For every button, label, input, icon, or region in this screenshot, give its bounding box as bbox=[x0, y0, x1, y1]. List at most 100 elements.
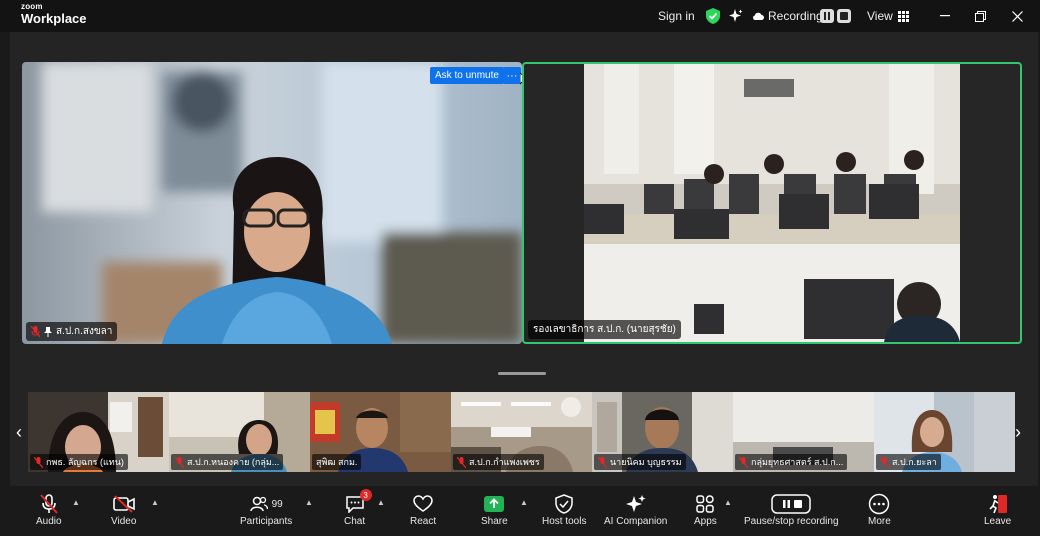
zoom-logo: zoom Workplace bbox=[21, 2, 87, 26]
mic-muted-icon bbox=[40, 494, 58, 514]
ai-companion-sparkle-icon bbox=[625, 495, 646, 512]
apps-options-chevron-icon[interactable]: ▲ bbox=[724, 498, 732, 507]
strip-participant-name: สุพิฒ สกม. bbox=[316, 457, 358, 467]
strip-tile-6[interactable]: กลุ่มยุทธศาสตร์ ส.ป.ก... bbox=[733, 392, 874, 472]
strip-name-tag: สุพิฒ สกม. bbox=[312, 454, 362, 470]
brand-name: Workplace bbox=[21, 11, 87, 26]
chat-button[interactable]: 3 Chat bbox=[344, 489, 372, 527]
share-button[interactable]: Share bbox=[481, 492, 508, 527]
participant-name-tag: ส.ป.ก.สงขลา bbox=[26, 322, 118, 341]
camera-off-icon bbox=[112, 495, 135, 513]
participant-video-meeting-room bbox=[584, 64, 960, 342]
strip-participant-name: กพธ. ลัญฉกร (แทน) bbox=[46, 457, 124, 467]
speaker-left-name: ส.ป.ก.สงขลา bbox=[56, 326, 113, 337]
strip-tile-2[interactable]: ส.ป.ก.หนองคาย (กลุ่ม... bbox=[169, 392, 310, 472]
video-tile-left[interactable]: ส.ป.ก.สงขลา bbox=[22, 62, 522, 344]
apps-icon bbox=[696, 495, 715, 513]
audio-button[interactable]: Audio bbox=[36, 492, 62, 527]
security-shield-icon[interactable] bbox=[706, 0, 720, 32]
host-tools-button[interactable]: Host tools bbox=[542, 492, 586, 527]
muted-mic-icon bbox=[457, 456, 466, 468]
chat-options-chevron-icon[interactable]: ▲ bbox=[377, 498, 385, 507]
share-screen-icon bbox=[484, 496, 505, 512]
participants-label: Participants bbox=[240, 516, 293, 527]
more-options-button[interactable]: ··· bbox=[503, 67, 521, 84]
strip-tile-3[interactable]: สุพิฒ สกม. bbox=[310, 392, 451, 472]
leave-button[interactable]: Leave bbox=[984, 492, 1011, 527]
speaker-right-name: รองเลขาธิการ ส.ป.ก. (นายสุรชัย) bbox=[533, 324, 676, 335]
share-label: Share bbox=[481, 516, 508, 527]
apps-label: Apps bbox=[694, 516, 717, 527]
brand-small: zoom bbox=[21, 2, 43, 11]
strip-participant-name: ส.ป.ก.หนองคาย (กลุ่ม... bbox=[187, 457, 280, 467]
ask-to-unmute-button[interactable]: Ask to unmute bbox=[430, 67, 504, 84]
participants-button[interactable]: 99 Participants bbox=[240, 492, 292, 527]
strip-tile-7[interactable]: ส.ป.ก.ยะลา bbox=[874, 392, 1015, 472]
participant-video-songkhla bbox=[22, 62, 522, 344]
apps-button[interactable]: Apps bbox=[694, 492, 717, 527]
strip-tile-1[interactable]: กพธ. ลัญฉกร (แทน) bbox=[28, 392, 169, 472]
strip-next-arrow[interactable]: › bbox=[1015, 422, 1021, 443]
pause-stop-label: Pause/stop recording bbox=[744, 516, 839, 527]
video-label: Video bbox=[111, 516, 137, 527]
ai-sparkle-icon[interactable] bbox=[729, 0, 743, 32]
video-tile-right[interactable]: รองเลขาธิการ ส.ป.ก. (นายสุรชัย) bbox=[522, 62, 1022, 344]
muted-mic-icon bbox=[739, 456, 748, 468]
muted-mic-icon bbox=[34, 456, 43, 468]
heart-icon bbox=[413, 495, 433, 512]
resize-handle[interactable] bbox=[498, 372, 546, 375]
more-dots-icon bbox=[869, 493, 890, 515]
pin-icon bbox=[44, 326, 52, 337]
strip-tile-4[interactable]: ส.ป.ก.กำแพงเพชร bbox=[451, 392, 592, 472]
muted-mic-icon bbox=[598, 456, 607, 468]
react-button[interactable]: React bbox=[410, 492, 436, 527]
strip-participant-name: ส.ป.ก.กำแพงเพชร bbox=[469, 457, 540, 467]
host-tools-label: Host tools bbox=[542, 516, 587, 527]
strip-tile-5[interactable]: นายนิคม บุญธรรม bbox=[592, 392, 733, 472]
strip-name-tag: ส.ป.ก.กำแพงเพชร bbox=[453, 454, 544, 470]
more-label: More bbox=[868, 516, 891, 527]
strip-name-tag: กพธ. ลัญฉกร (แทน) bbox=[30, 454, 128, 470]
leave-door-icon bbox=[989, 495, 1007, 514]
strip-name-tag: ส.ป.ก.ยะลา bbox=[876, 454, 941, 470]
chat-unread-badge: 3 bbox=[359, 489, 372, 501]
sign-in-button[interactable]: Sign in bbox=[658, 0, 695, 32]
strip-name-tag: นายนิคม บุญธรรม bbox=[594, 454, 686, 470]
strip-participant-name: กลุ่มยุทธศาสตร์ ส.ป.ก... bbox=[751, 457, 844, 467]
muted-mic-icon bbox=[880, 456, 889, 468]
restore-icon[interactable] bbox=[960, 0, 1000, 32]
close-icon[interactable] bbox=[997, 0, 1037, 32]
strip-name-tag: กลุ่มยุทธศาสตร์ ส.ป.ก... bbox=[735, 454, 848, 470]
muted-mic-icon bbox=[31, 326, 40, 337]
participants-icon bbox=[249, 496, 268, 512]
participants-count: 99 bbox=[271, 498, 283, 510]
pause-recording-icon[interactable] bbox=[820, 0, 834, 32]
ai-companion-button[interactable]: AI Companion bbox=[604, 492, 667, 527]
strip-participant-name: ส.ป.ก.ยะลา bbox=[892, 457, 937, 467]
participants-options-chevron-icon[interactable]: ▲ bbox=[305, 498, 313, 507]
more-button[interactable]: More bbox=[868, 492, 891, 527]
pause-stop-recording-button[interactable]: Pause/stop recording bbox=[744, 492, 839, 527]
pause-stop-recording-icon bbox=[771, 494, 811, 514]
video-button[interactable]: Video bbox=[111, 492, 136, 527]
grid-icon bbox=[897, 10, 909, 22]
participant-name-tag: รองเลขาธิการ ส.ป.ก. (นายสุรชัย) bbox=[528, 320, 681, 339]
chat-label: Chat bbox=[344, 516, 366, 527]
audio-options-chevron-icon[interactable]: ▲ bbox=[72, 498, 80, 507]
strip-prev-arrow[interactable]: ‹ bbox=[16, 422, 22, 443]
minimize-icon[interactable] bbox=[925, 0, 965, 32]
share-options-chevron-icon[interactable]: ▲ bbox=[520, 498, 528, 507]
meeting-toolbar: Audio ▲ Video ▲ 99 Participants ▲ 3 Chat… bbox=[0, 488, 1040, 536]
muted-mic-icon bbox=[175, 456, 184, 468]
leave-label: Leave bbox=[984, 516, 1012, 527]
strip-participant-name: นายนิคม บุญธรรม bbox=[610, 457, 682, 467]
view-button[interactable]: View bbox=[867, 0, 909, 32]
video-options-chevron-icon[interactable]: ▲ bbox=[151, 498, 159, 507]
audio-label: Audio bbox=[36, 516, 62, 527]
strip-name-tag: ส.ป.ก.หนองคาย (กลุ่ม... bbox=[171, 454, 284, 470]
cloud-icon bbox=[753, 12, 764, 20]
ai-companion-label: AI Companion bbox=[604, 516, 668, 527]
react-label: React bbox=[410, 516, 437, 527]
stop-recording-icon[interactable] bbox=[837, 0, 851, 32]
title-bar: zoom Workplace Sign in Recording... View bbox=[0, 0, 1040, 32]
